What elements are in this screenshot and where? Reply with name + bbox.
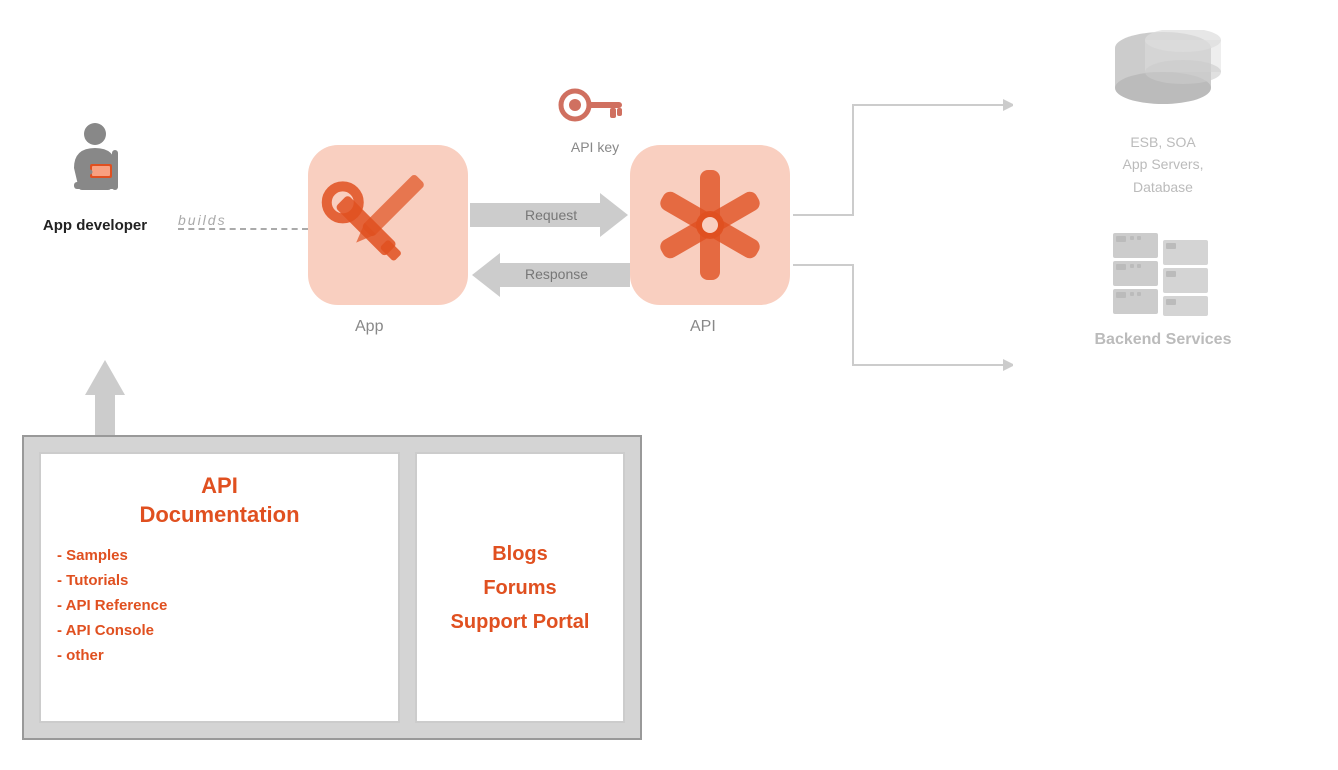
doc-title: APIDocumentation [57, 472, 382, 529]
diagram: App developer builds App [0, 0, 1338, 770]
api-doc-box: APIDocumentation - Samples - Tutorials -… [39, 452, 400, 723]
api-key-area: API key [535, 80, 655, 155]
doc-item-api-reference: - API Reference [57, 597, 382, 614]
backend-services-label: Backend Services [1048, 331, 1278, 349]
doc-item-tutorials: - Tutorials [57, 572, 382, 589]
doc-item-other: - other [57, 647, 382, 664]
support-portal-label: Support Portal [451, 611, 590, 633]
key-icon [555, 80, 635, 130]
forums-label: Forums [483, 577, 556, 599]
community-title: Blogs Forums Support Portal [451, 537, 590, 639]
app-icon-box [308, 145, 468, 305]
line-to-server [793, 255, 1013, 385]
app-icon-svg [308, 145, 468, 305]
api-label: API [690, 318, 716, 336]
app-developer-section: App developer [30, 120, 160, 236]
blogs-label: Blogs [492, 543, 548, 565]
backend-services-area: ESB, SOA App Servers, Database [1048, 30, 1278, 349]
database-icon [1103, 30, 1223, 125]
app-label: App [355, 318, 383, 336]
api-icon-svg [630, 145, 790, 305]
doc-item-api-console: - API Console [57, 622, 382, 639]
api-icon-box [630, 145, 790, 305]
app-developer-label: App developer [30, 216, 160, 236]
doc-items-list: - Samples - Tutorials - API Reference - … [57, 547, 382, 664]
person-icon [60, 120, 130, 210]
response-label: Response [525, 266, 588, 282]
server-icon [1108, 228, 1218, 323]
community-box: Blogs Forums Support Portal [415, 452, 625, 723]
builds-line [178, 228, 308, 230]
builds-label: builds [178, 212, 227, 228]
doc-item-samples: - Samples [57, 547, 382, 564]
arrow-area: Request Response [470, 185, 630, 325]
line-to-db [793, 85, 1013, 225]
esb-label: ESB, SOA App Servers, Database [1048, 131, 1278, 198]
request-label: Request [525, 207, 577, 223]
bottom-container: APIDocumentation - Samples - Tutorials -… [22, 435, 642, 740]
